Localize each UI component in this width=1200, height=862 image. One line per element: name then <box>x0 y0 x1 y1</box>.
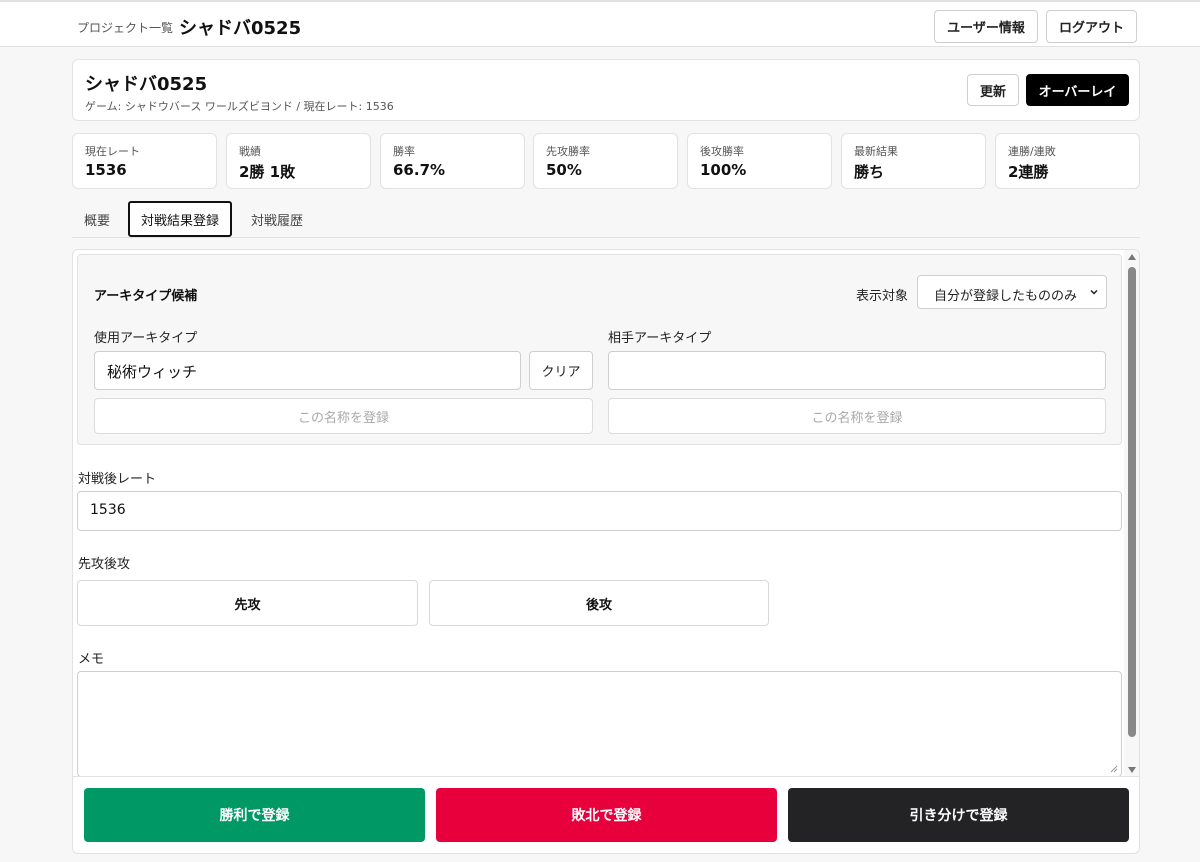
opponent-archetype-label: 相手アーキタイプ <box>608 331 712 346</box>
my-archetype-value: 秘術ウィッチ <box>107 363 198 381</box>
scrollbar[interactable] <box>1124 250 1139 776</box>
tab-register-result[interactable]: 対戦結果登録 <box>128 201 232 237</box>
user-info-button[interactable]: ユーザー情報 <box>934 10 1038 43</box>
overlay-button[interactable]: オーバーレイ <box>1026 74 1129 106</box>
project-subtitle: ゲーム: シャドウバース ワールズビヨンド / 現在レート: 1536 <box>85 100 394 113</box>
stat-label: 先攻勝率 <box>546 145 590 158</box>
scroll-down-arrow-icon[interactable] <box>1128 767 1136 773</box>
refresh-button[interactable]: 更新 <box>967 74 1019 106</box>
scroll-up-arrow-icon[interactable] <box>1128 254 1136 260</box>
project-header-card: シャドバ0525 ゲーム: シャドウバース ワールズビヨンド / 現在レート: … <box>72 59 1140 121</box>
stat-label: 連勝/連敗 <box>1008 145 1056 158</box>
stat-value: 2勝 1敗 <box>239 163 296 181</box>
first-turn-button[interactable]: 先攻 <box>77 580 418 626</box>
stat-card-current-rate: 現在レート 1536 <box>72 133 217 189</box>
opponent-archetype-input[interactable] <box>608 351 1106 390</box>
post-rating-label: 対戦後レート <box>78 472 157 487</box>
header-title: シャドバ0525 <box>179 18 302 39</box>
post-rating-input[interactable]: 1536 <box>77 491 1122 531</box>
turn-order-label: 先攻後攻 <box>78 557 131 572</box>
stat-value: 勝ち <box>854 163 885 181</box>
stat-value: 1536 <box>85 161 127 179</box>
stat-label: 最新結果 <box>854 145 898 158</box>
stat-value: 2連勝 <box>1008 163 1049 181</box>
stat-card-win-rate: 勝率 66.7% <box>380 133 525 189</box>
stat-label: 勝率 <box>393 145 415 158</box>
logout-button[interactable]: ログアウト <box>1046 10 1137 43</box>
stat-label: 戦績 <box>239 145 261 158</box>
clear-button[interactable]: クリア <box>529 351 593 390</box>
stat-label: 後攻勝率 <box>700 145 744 158</box>
register-opponent-archetype-button[interactable]: この名称を登録 <box>608 398 1106 434</box>
project-name: シャドバ0525 <box>85 74 208 95</box>
chevron-down-icon <box>1090 289 1098 295</box>
stat-value: 50% <box>546 161 582 179</box>
stat-value: 100% <box>700 161 747 179</box>
stat-card-first-win-rate: 先攻勝率 50% <box>533 133 678 189</box>
my-archetype-input[interactable]: 秘術ウィッチ <box>94 351 521 390</box>
tab-history[interactable]: 対戦履歴 <box>240 201 314 237</box>
archetype-title: アーキタイプ候補 <box>94 289 198 304</box>
scrollbar-thumb[interactable] <box>1128 267 1136 737</box>
register-my-archetype-button[interactable]: この名称を登録 <box>94 398 593 434</box>
stat-label: 現在レート <box>85 145 140 158</box>
register-win-button[interactable]: 勝利で登録 <box>84 788 425 842</box>
display-target-label: 表示対象 <box>856 289 909 304</box>
top-bar: プロジェクト一覧 シャドバ0525 ユーザー情報 ログアウト <box>0 0 1200 47</box>
breadcrumb-project-list[interactable]: プロジェクト一覧 <box>77 19 173 36</box>
register-draw-button[interactable]: 引き分けで登録 <box>788 788 1129 842</box>
register-form-panel: アーキタイプ候補 表示対象 自分が登録したもののみ 使用アーキタイプ 秘術ウィッ… <box>72 249 1140 776</box>
post-rating-value: 1536 <box>90 502 126 518</box>
archetype-candidates-box: アーキタイプ候補 表示対象 自分が登録したもののみ 使用アーキタイプ 秘術ウィッ… <box>77 254 1122 445</box>
tab-overview[interactable]: 概要 <box>72 201 122 237</box>
stat-card-latest-result: 最新結果 勝ち <box>841 133 986 189</box>
stat-value: 66.7% <box>393 161 446 179</box>
register-lose-button[interactable]: 敗北で登録 <box>436 788 777 842</box>
stat-card-second-win-rate: 後攻勝率 100% <box>687 133 832 189</box>
display-target-value: 自分が登録したもののみ <box>934 289 1078 304</box>
second-turn-button[interactable]: 後攻 <box>429 580 769 626</box>
memo-label: メモ <box>78 652 105 667</box>
display-target-select[interactable]: 自分が登録したもののみ <box>917 275 1107 309</box>
my-archetype-label: 使用アーキタイプ <box>94 331 198 346</box>
memo-textarea[interactable] <box>77 671 1122 776</box>
action-bar: 勝利で登録 敗北で登録 引き分けで登録 <box>72 776 1140 854</box>
stat-card-streak: 連勝/連敗 2連勝 <box>995 133 1140 189</box>
tabs-divider <box>72 237 1140 238</box>
resize-handle-icon[interactable] <box>1110 765 1118 773</box>
stat-card-record: 戦績 2勝 1敗 <box>226 133 371 189</box>
